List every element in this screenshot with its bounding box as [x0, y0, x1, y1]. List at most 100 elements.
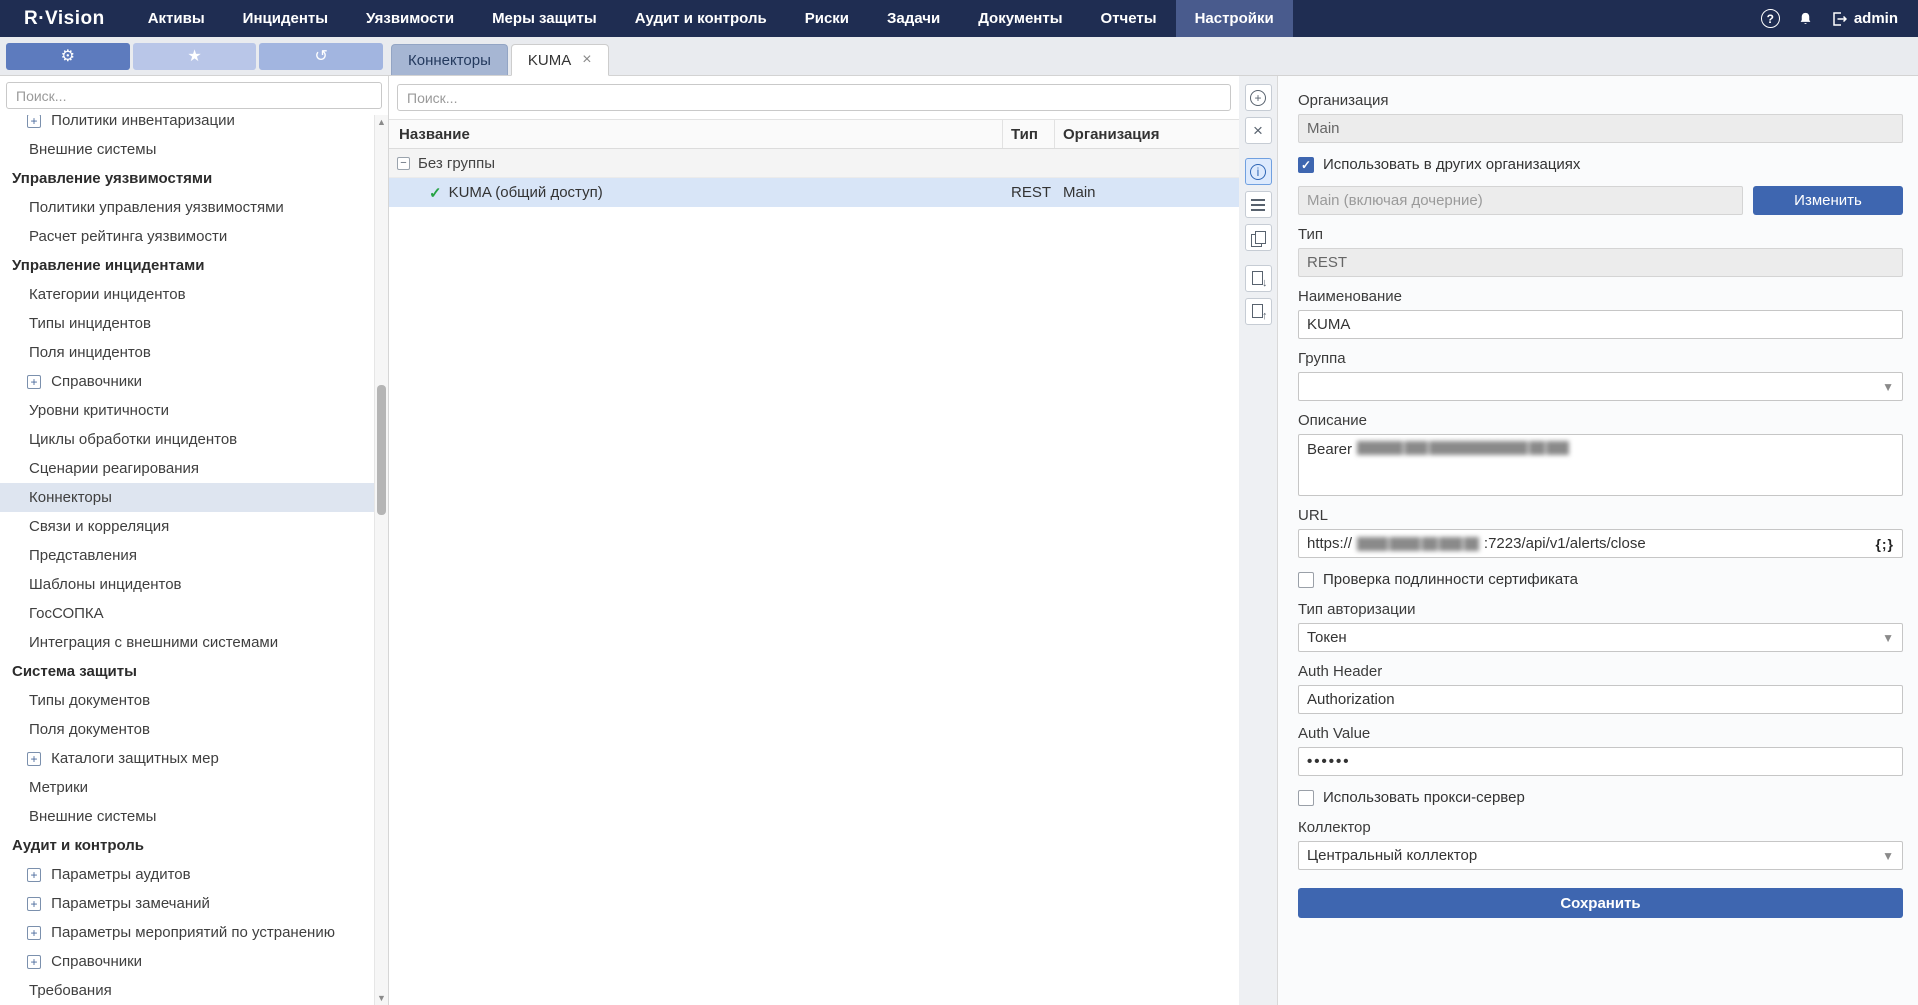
sidebar-tab-favorites[interactable]: ★ [133, 43, 257, 70]
cert-checkbox-row[interactable]: Проверка подлинности сертификата [1298, 571, 1903, 588]
tree-item[interactable]: + Параметры аудитов [0, 860, 388, 889]
auth-header-input[interactable] [1298, 685, 1903, 714]
nav-item-vulnerabilities[interactable]: Уязвимости [347, 0, 473, 37]
tree-item[interactable]: Шаблоны инцидентов [0, 570, 388, 599]
tree-item[interactable]: Поля инцидентов [0, 338, 388, 367]
nav-item-risks[interactable]: Риски [786, 0, 868, 37]
scroll-down-icon[interactable]: ▼ [375, 993, 388, 1003]
tree-item[interactable]: + Параметры замечаний [0, 889, 388, 918]
tree-item[interactable]: Типы инцидентов [0, 309, 388, 338]
nav-item-reports[interactable]: Отчеты [1082, 0, 1176, 37]
scroll-up-icon[interactable]: ▲ [375, 117, 388, 127]
tree-item[interactable]: Категории инцидентов [0, 280, 388, 309]
info-button[interactable]: i [1245, 158, 1272, 185]
expand-icon[interactable]: + [27, 752, 41, 766]
expand-icon[interactable]: + [27, 955, 41, 969]
logout-icon[interactable] [1831, 11, 1847, 27]
tree-item[interactable]: Коннекторы [0, 483, 388, 512]
tree-item[interactable]: Поля документов [0, 715, 388, 744]
nav-item-protection-measures[interactable]: Меры защиты [473, 0, 616, 37]
group-select[interactable]: ▼ [1298, 372, 1903, 401]
tree-item-label: Уровни критичности [29, 402, 169, 419]
scrollbar-thumb[interactable] [377, 385, 386, 515]
expand-icon[interactable]: + [27, 868, 41, 882]
url-input[interactable]: https:// ████ ████ ██ ███ ██ :7223/api/v… [1298, 529, 1903, 558]
collapse-icon[interactable]: − [397, 157, 410, 170]
tree-item[interactable]: + Справочники [0, 367, 388, 396]
checkbox-unchecked-icon[interactable] [1298, 790, 1314, 806]
tree-item[interactable]: Управление уязвимостями [0, 164, 388, 193]
tree-item[interactable]: Интеграция с внешними системами [0, 628, 388, 657]
expand-icon[interactable]: + [27, 897, 41, 911]
expand-icon[interactable]: + [27, 926, 41, 940]
tree-item[interactable]: + Политики инвентаризации [0, 115, 388, 135]
auth-value-label: Auth Value [1298, 725, 1903, 742]
column-header-type[interactable]: Тип [1003, 120, 1055, 148]
tab-kuma[interactable]: KUMA × [511, 44, 609, 76]
nav-item-tasks[interactable]: Задачи [868, 0, 959, 37]
nav-item-documents[interactable]: Документы [959, 0, 1081, 37]
sidebar-search-input[interactable] [6, 82, 382, 109]
change-button[interactable]: Изменить [1753, 186, 1903, 215]
copy-button[interactable] [1245, 224, 1272, 251]
import-button[interactable]: ↓ [1245, 265, 1272, 292]
tab-connectors[interactable]: Коннекторы [391, 44, 508, 75]
sidebar-scrollbar[interactable]: ▲ ▼ [374, 115, 388, 1005]
tree-item[interactable]: Управление инцидентами [0, 251, 388, 280]
tree-item[interactable]: Расчет рейтинга уязвимости [0, 222, 388, 251]
tree-item[interactable]: Связи и корреляция [0, 512, 388, 541]
bell-icon[interactable] [1798, 11, 1813, 27]
tree-item[interactable]: Внешние системы [0, 802, 388, 831]
settings-tree-list: + Политики инвентаризации Внешние систем… [0, 115, 388, 1005]
tree-item[interactable]: + Справочники [0, 947, 388, 976]
tree-item[interactable]: Аудит и контроль [0, 831, 388, 860]
tree-item[interactable]: + Каталоги защитных мер [0, 744, 388, 773]
add-button[interactable]: + [1245, 84, 1272, 111]
save-button[interactable]: Сохранить [1298, 888, 1903, 918]
url-suffix: :7223/api/v1/alerts/close [1484, 535, 1646, 552]
tree-item[interactable]: Система защиты [0, 657, 388, 686]
nav-item-settings[interactable]: Настройки [1176, 0, 1293, 37]
tree-item[interactable]: Типы документов [0, 686, 388, 715]
tree-item[interactable]: + Параметры мероприятий по устранению [0, 918, 388, 947]
description-textarea[interactable]: Bearer ██████ ███ █████████████ ██ ███ [1298, 434, 1903, 496]
expand-icon[interactable]: + [27, 375, 41, 389]
auth-type-select[interactable]: Токен ▼ [1298, 623, 1903, 652]
column-header-name[interactable]: Название [389, 120, 1003, 148]
user-menu[interactable]: admin [1831, 10, 1898, 27]
url-redacted: ████ ████ ██ ███ ██ [1357, 537, 1479, 551]
sidebar-tab-settings[interactable]: ⚙ [6, 43, 130, 70]
tree-item[interactable]: Требования [0, 976, 388, 1005]
tree-item[interactable]: Уровни критичности [0, 396, 388, 425]
tree-item[interactable]: Представления [0, 541, 388, 570]
tree-item[interactable]: ГосСОПКА [0, 599, 388, 628]
template-variable-icon[interactable]: {;} [1875, 536, 1894, 552]
name-input[interactable] [1298, 310, 1903, 339]
checkbox-checked-icon[interactable]: ✓ [1298, 157, 1314, 173]
export-button[interactable]: ↑ [1245, 298, 1272, 325]
group-row[interactable]: − Без группы [389, 149, 1239, 178]
tree-item[interactable]: Циклы обработки инцидентов [0, 425, 388, 454]
table-row[interactable]: ✓ KUMA (общий доступ) REST Main [389, 178, 1239, 207]
delete-button[interactable]: × [1245, 117, 1272, 144]
connectors-search-input[interactable] [397, 84, 1231, 111]
proxy-checkbox-row[interactable]: Использовать прокси-сервер [1298, 789, 1903, 806]
tree-item[interactable]: Внешние системы [0, 135, 388, 164]
column-header-org[interactable]: Организация [1055, 120, 1239, 148]
collector-select[interactable]: Центральный коллектор ▼ [1298, 841, 1903, 870]
details-button[interactable] [1245, 191, 1272, 218]
nav-item-incidents[interactable]: Инциденты [224, 0, 347, 37]
expand-icon[interactable]: + [27, 115, 41, 128]
tab-close-icon[interactable]: × [582, 52, 591, 68]
share-checkbox-row[interactable]: ✓ Использовать в других организациях [1298, 156, 1903, 173]
help-icon[interactable]: ? [1761, 9, 1780, 28]
tree-item[interactable]: Политики управления уязвимостями [0, 193, 388, 222]
sidebar-tab-history[interactable]: ↺ [259, 43, 383, 70]
url-label: URL [1298, 507, 1903, 524]
auth-value-input[interactable] [1298, 747, 1903, 776]
tree-item[interactable]: Сценарии реагирования [0, 454, 388, 483]
tree-item[interactable]: Метрики [0, 773, 388, 802]
checkbox-unchecked-icon[interactable] [1298, 572, 1314, 588]
nav-item-assets[interactable]: Активы [129, 0, 224, 37]
nav-item-audit-control[interactable]: Аудит и контроль [616, 0, 786, 37]
